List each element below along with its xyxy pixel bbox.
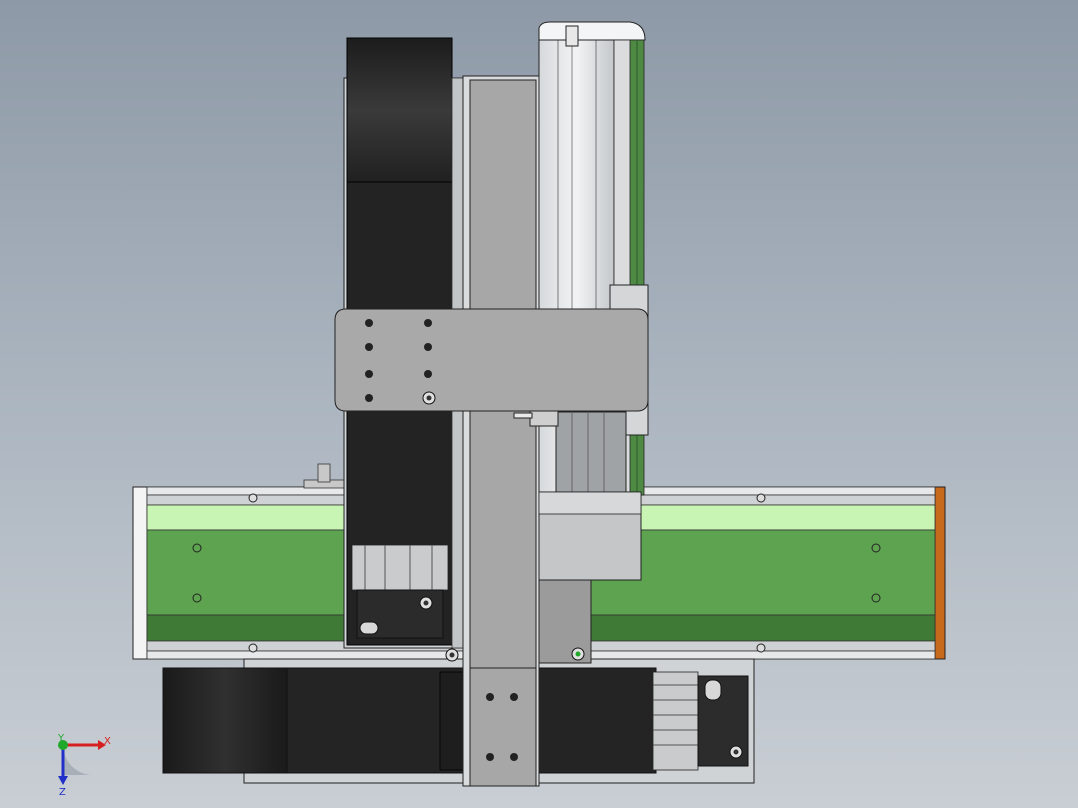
coupling-housing xyxy=(652,671,699,771)
mount-hole xyxy=(510,753,518,761)
x-axis-left-endcap xyxy=(132,486,148,660)
mount-hole xyxy=(510,693,518,701)
sensor-plug xyxy=(529,409,559,427)
y-mount-plate[interactable] xyxy=(334,308,649,412)
mount-hole xyxy=(424,343,432,351)
mount-hole xyxy=(486,693,494,701)
slot-hole xyxy=(359,621,379,635)
slot-hole xyxy=(704,679,722,701)
y-axis-label: Y xyxy=(57,733,65,744)
mount-hole xyxy=(424,319,432,327)
mount-hole xyxy=(365,370,373,378)
coordinate-triad: X Y Z xyxy=(57,733,111,798)
z-axis-servo-motor xyxy=(346,37,453,184)
mount-hole xyxy=(365,343,373,351)
x-axis-motor-assembly[interactable] xyxy=(162,658,755,784)
x-axis-right-endcap xyxy=(934,486,946,660)
z-axis-label: Z xyxy=(59,787,66,798)
mount-hole xyxy=(486,753,494,761)
z-axis-top-cap xyxy=(538,21,646,41)
graphics-viewport[interactable]: X Y Z xyxy=(0,0,1078,808)
mount-hole xyxy=(424,370,432,378)
x-axis-servo-motor xyxy=(162,667,288,774)
mount-hole xyxy=(365,394,373,402)
x-axis-label: X xyxy=(104,736,111,747)
cad-model[interactable]: X Y Z xyxy=(0,0,1078,808)
mount-hole xyxy=(365,319,373,327)
